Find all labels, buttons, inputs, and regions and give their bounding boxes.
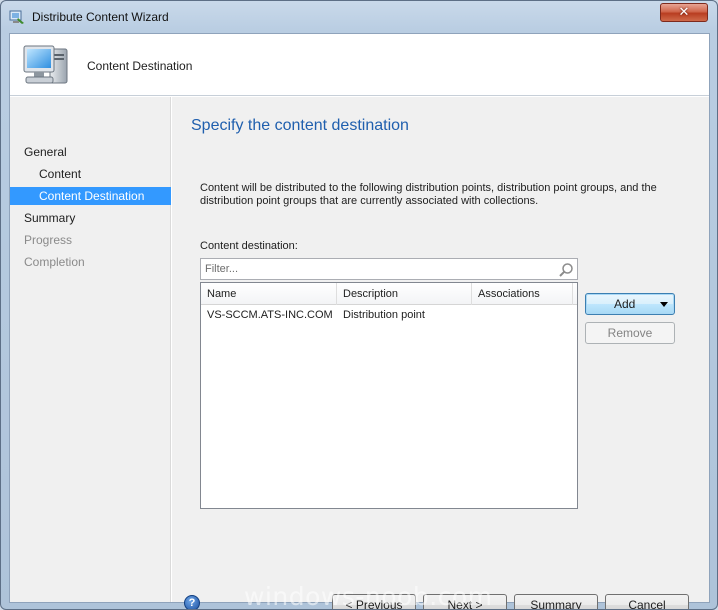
column-header-name[interactable]: Name — [201, 283, 337, 305]
column-header-associations[interactable]: Associations — [472, 283, 573, 305]
sidebar-item-content-destination[interactable]: Content Destination — [10, 187, 171, 205]
title-bar[interactable]: Distribute Content Wizard ✕ — [1, 1, 717, 33]
help-icon[interactable]: ? — [184, 595, 200, 609]
remove-button: Remove — [585, 322, 675, 344]
wizard-client-area: Content Destination General Content Cont… — [9, 33, 710, 609]
sidebar-item-summary[interactable]: Summary — [10, 209, 171, 227]
summary-button[interactable]: Summary — [514, 594, 598, 609]
sidebar-item-completion: Completion — [24, 255, 85, 269]
window-title: Distribute Content Wizard — [32, 10, 169, 24]
wizard-window: Distribute Content Wizard ✕ Content Dest… — [0, 0, 718, 610]
content-destination-list[interactable]: Name Description Associations VS-SCCM.AT… — [200, 282, 578, 509]
wizard-header: Content Destination — [10, 34, 709, 96]
add-button-label: Add — [614, 297, 636, 311]
row-name-cell: VS-SCCM.ATS-INC.COM — [207, 309, 333, 321]
sidebar-item-general[interactable]: General — [10, 143, 171, 161]
wizard-title-icon — [9, 10, 24, 24]
filter-input[interactable] — [201, 259, 551, 279]
sidebar-item-progress: Progress — [24, 233, 73, 247]
close-button[interactable]: ✕ — [660, 3, 708, 22]
page-description: Content will be distributed to the follo… — [200, 182, 657, 207]
watermark: windows-noob.com — [244, 582, 493, 610]
list-header: Name Description Associations — [201, 283, 577, 305]
filter-box[interactable] — [200, 258, 578, 280]
row-associations-cell — [472, 305, 573, 325]
computer-monitor-icon — [23, 45, 68, 84]
search-icon[interactable] — [558, 262, 574, 278]
page-title: Specify the content destination — [191, 117, 409, 134]
cancel-button[interactable]: Cancel — [605, 594, 689, 609]
content-destination-label: Content destination: — [200, 240, 298, 252]
wizard-sidebar: General Content Content Destination Summ… — [10, 97, 171, 602]
column-header-description[interactable]: Description — [337, 283, 472, 305]
close-icon: ✕ — [678, 5, 690, 20]
sidebar-item-content[interactable]: Content — [10, 165, 171, 183]
header-title: Content Destination — [87, 59, 193, 73]
wizard-page: Specify the content destination Content … — [172, 97, 709, 609]
chevron-down-icon — [660, 302, 668, 307]
add-button[interactable]: Add — [585, 293, 675, 315]
list-row[interactable]: VS-SCCM.ATS-INC.COM Distribution point — [201, 305, 577, 325]
row-description-cell: Distribution point — [343, 309, 425, 321]
